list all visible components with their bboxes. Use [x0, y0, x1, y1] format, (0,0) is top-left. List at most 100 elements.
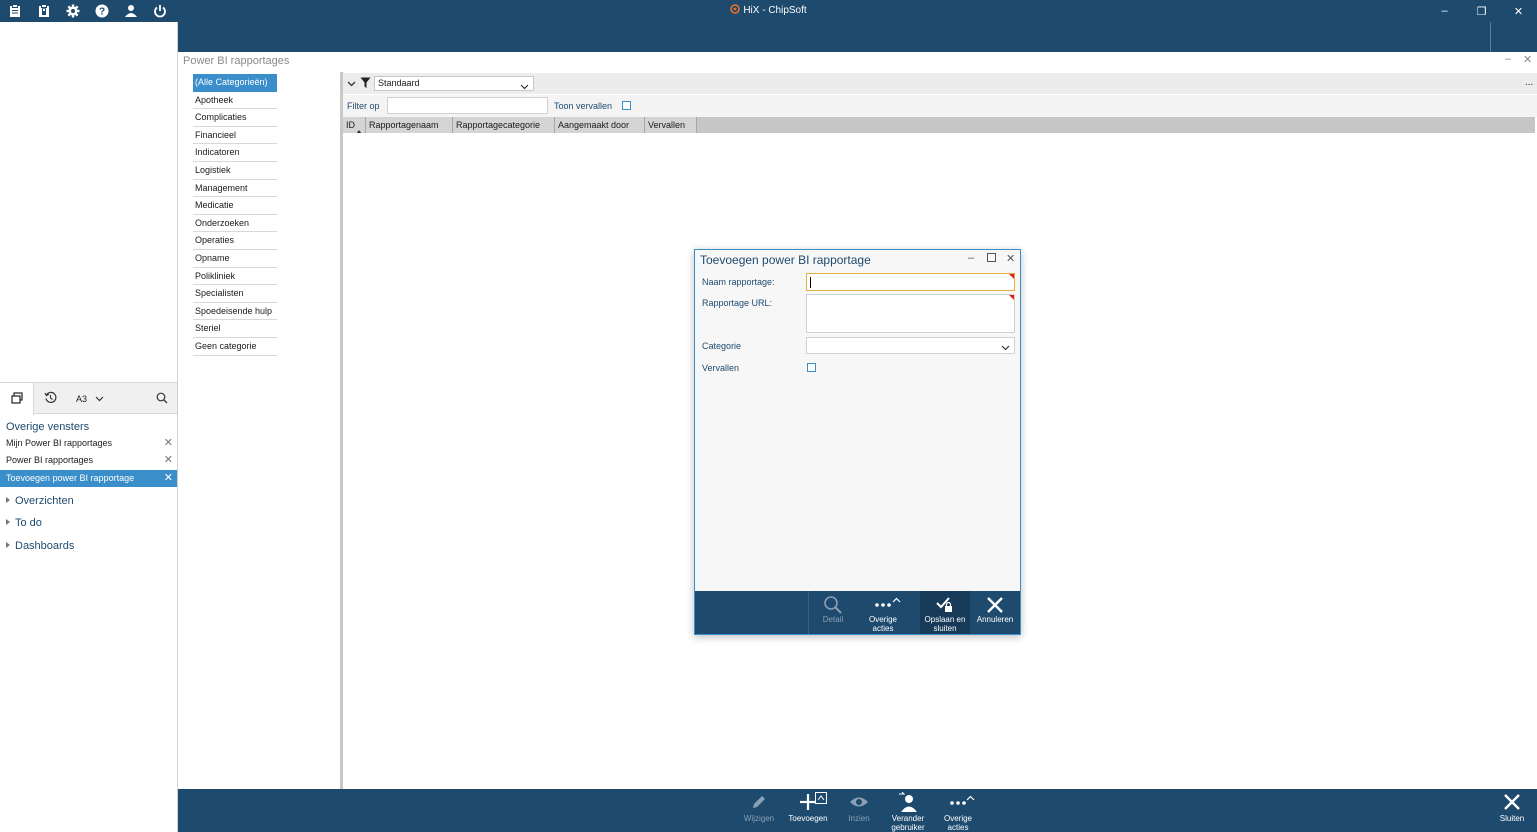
- category-item[interactable]: Medicatie: [193, 197, 277, 215]
- more-actions-label-2: acties: [872, 624, 894, 633]
- detail-button[interactable]: Detail: [813, 591, 853, 634]
- close-window-icon[interactable]: ✕: [164, 470, 173, 487]
- add-button-label: Toevoegen: [788, 814, 828, 823]
- show-expired-label: Toon vervallen: [554, 101, 613, 111]
- column-header-aangemaakt-door[interactable]: Aangemaakt door: [555, 117, 645, 133]
- window-item[interactable]: Mijn Power BI rapportages ✕: [0, 435, 177, 452]
- module-minimize-button[interactable]: –: [1505, 53, 1511, 65]
- change-user-button[interactable]: Verander gebruiker: [884, 789, 932, 832]
- tab-a3[interactable]: A3: [68, 383, 112, 415]
- module-close-button[interactable]: ✕: [1523, 53, 1532, 66]
- category-item[interactable]: Polikliniek: [193, 268, 277, 286]
- tab-a3-label: A3: [75, 394, 87, 404]
- more-actions-label-1: Overige: [943, 814, 972, 823]
- nav-group-label: Dashboards: [15, 540, 75, 552]
- cancel-button[interactable]: Annuleren: [974, 591, 1016, 634]
- close-module-button[interactable]: Sluiten: [1492, 789, 1532, 832]
- save-and-close-button[interactable]: Opslaan en sluiten: [920, 591, 970, 634]
- category-item[interactable]: Logistiek: [193, 162, 277, 180]
- chevron-down-icon: [520, 81, 529, 94]
- search-button[interactable]: [150, 383, 174, 415]
- dialog-maximize-button[interactable]: [987, 253, 996, 265]
- magnifier-icon: [813, 595, 853, 615]
- show-expired-checkbox[interactable]: [622, 101, 631, 110]
- save-lock-icon: [920, 595, 970, 615]
- collapse-chevron-icon[interactable]: [347, 79, 356, 90]
- category-item[interactable]: Specialisten: [193, 285, 277, 303]
- category-label: Categorie: [702, 341, 742, 351]
- tab-history[interactable]: [36, 383, 64, 415]
- chipsoft-logo-icon: [730, 4, 741, 14]
- report-url-input[interactable]: [806, 294, 1015, 333]
- chevron-up-icon[interactable]: [892, 595, 901, 606]
- category-item[interactable]: Operaties: [193, 232, 277, 250]
- pencil-icon: [738, 792, 780, 814]
- nav-group-overzichten[interactable]: Overzichten: [6, 495, 74, 507]
- expired-checkbox[interactable]: [807, 363, 816, 372]
- category-item[interactable]: Onderzoeken: [193, 215, 277, 233]
- dialog-minimize-button[interactable]: –: [968, 252, 974, 264]
- category-item[interactable]: Geen categorie: [193, 338, 277, 356]
- category-item[interactable]: Opname: [193, 250, 277, 268]
- edit-button[interactable]: Wijzigen: [738, 789, 780, 832]
- window-title: HiX - ChipSoft: [0, 4, 1537, 16]
- required-marker: [1009, 295, 1014, 300]
- category-item[interactable]: Management: [193, 180, 277, 198]
- category-item[interactable]: (Alle Categorieën): [193, 74, 277, 92]
- column-header-vervallen[interactable]: Vervallen: [645, 117, 697, 133]
- restore-button[interactable]: ❐: [1463, 0, 1500, 22]
- module-title: Power BI rapportages: [183, 55, 290, 67]
- filter-input[interactable]: [387, 97, 548, 114]
- minimize-button[interactable]: –: [1426, 0, 1463, 22]
- chevron-down-icon: [1001, 343, 1010, 354]
- category-item[interactable]: Spoedeisende hulp: [193, 303, 277, 321]
- category-list: (Alle Categorieën) Apotheek Complicaties Fi…: [193, 74, 277, 356]
- close-window-icon[interactable]: ✕: [164, 435, 173, 452]
- expired-label: Vervallen: [702, 363, 740, 373]
- view-select[interactable]: Standaard: [374, 76, 534, 91]
- module-header: Power BI rapportages – ✕: [178, 52, 1537, 70]
- history-icon: [43, 391, 57, 407]
- category-item[interactable]: Complicaties: [193, 109, 277, 127]
- divider: [808, 591, 809, 634]
- save-label-2: sluiten: [933, 624, 957, 633]
- save-label-1: Opslaan en: [924, 615, 966, 624]
- filter-icon[interactable]: [360, 77, 371, 92]
- category-item[interactable]: Apotheek: [193, 92, 277, 110]
- category-item[interactable]: Steriel: [193, 320, 277, 338]
- more-options-button[interactable]: ...: [1525, 77, 1533, 88]
- column-header-rapportagecategorie[interactable]: Rapportagecategorie: [453, 117, 555, 133]
- more-actions-label-1: Overige: [868, 615, 897, 624]
- window-item-active[interactable]: Toevoegen power BI rapportage ✕: [0, 470, 177, 487]
- nav-group-todo[interactable]: To do: [6, 517, 42, 529]
- dialog-close-button[interactable]: ✕: [1006, 252, 1015, 265]
- close-icon: [974, 595, 1016, 615]
- nav-group-label: To do: [15, 517, 42, 529]
- bottom-action-bar: Wijzigen Toevoegen Inzien Verander gebru…: [178, 789, 1537, 832]
- nav-group-dashboards[interactable]: Dashboards: [6, 540, 74, 552]
- window-item[interactable]: Power BI rapportages ✕: [0, 452, 177, 469]
- add-popout-icon[interactable]: [815, 792, 827, 807]
- chevron-up-icon[interactable]: [966, 793, 975, 804]
- category-select[interactable]: [806, 337, 1015, 354]
- grid-header: ID Rapportagenaam Rapportagecategorie Aa…: [343, 117, 1535, 134]
- column-header-rapportagenaam[interactable]: Rapportagenaam: [366, 117, 453, 133]
- view-button-label: Inzien: [848, 814, 870, 823]
- dialog-action-bar: Detail Overige acties Opslaan en sluiten…: [695, 591, 1020, 634]
- tab-windows[interactable]: [0, 383, 34, 415]
- report-url-label: Rapportage URL:: [702, 298, 773, 308]
- category-item[interactable]: Financieel: [193, 127, 277, 145]
- cancel-label: Annuleren: [976, 615, 1014, 624]
- column-header-label: ID: [346, 120, 355, 130]
- divider: [1490, 22, 1491, 52]
- title-bar: ? HiX - ChipSoft – ❐ ✕: [0, 0, 1537, 22]
- view-button[interactable]: Inzien: [840, 789, 878, 832]
- add-report-dialog: Toevoegen power BI rapportage – ✕ Naam r…: [694, 249, 1021, 635]
- change-user-label-1: Verander: [891, 814, 925, 823]
- report-name-input[interactable]: [806, 273, 1015, 291]
- close-button[interactable]: ✕: [1500, 0, 1537, 22]
- close-window-icon[interactable]: ✕: [164, 452, 173, 469]
- category-item[interactable]: Indicatoren: [193, 144, 277, 162]
- required-marker: [1009, 274, 1014, 279]
- column-header-id[interactable]: ID: [343, 117, 366, 134]
